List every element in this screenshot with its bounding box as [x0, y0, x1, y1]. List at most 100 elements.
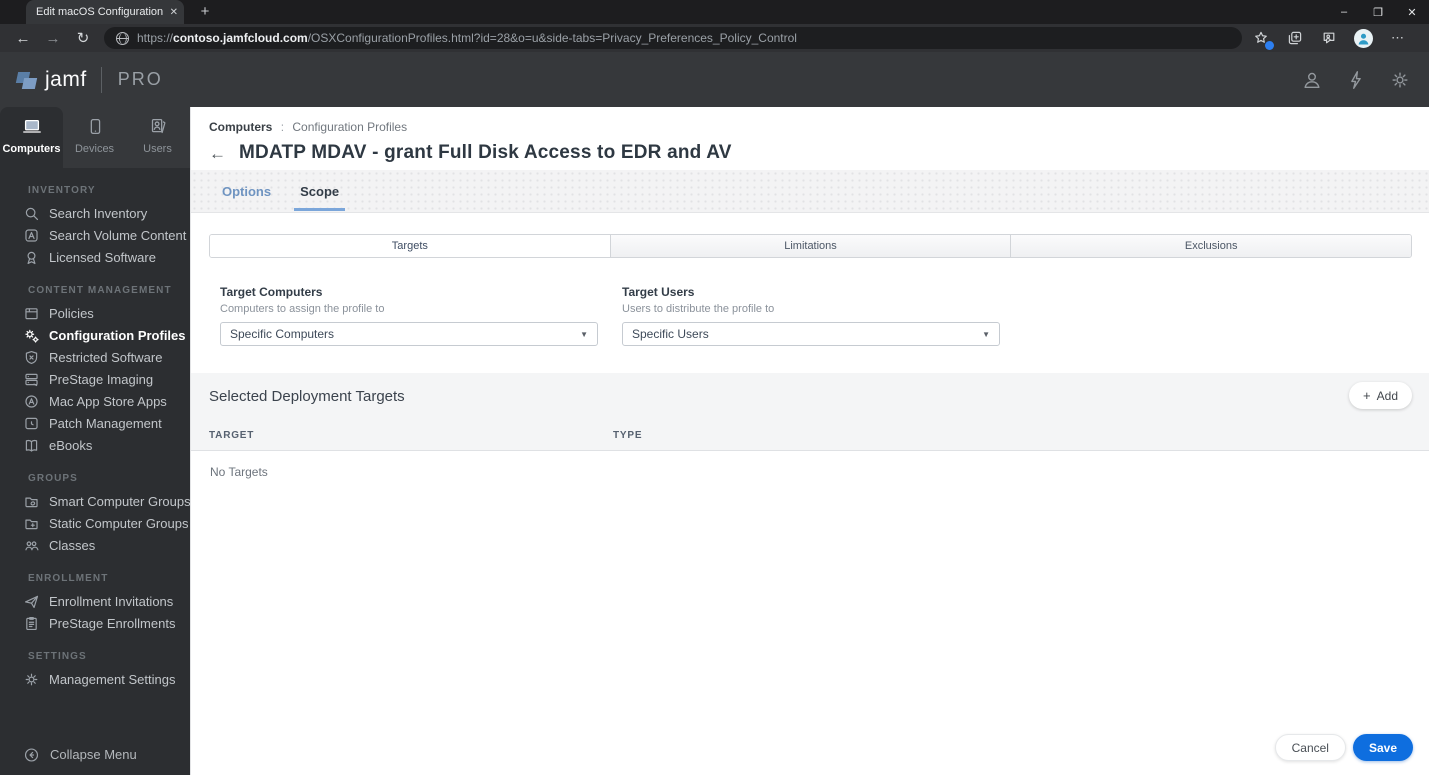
table-column-headers: TARGET TYPE — [209, 430, 1412, 450]
account-icon[interactable] — [1301, 69, 1323, 91]
target-users-description: Users to distribute the profile to — [622, 303, 775, 315]
plus-icon: + — [1363, 388, 1371, 403]
sidebar-item-licensed-software[interactable]: Licensed Software — [0, 246, 190, 268]
column-header-type[interactable]: TYPE — [613, 430, 642, 441]
restore-button[interactable]: ❐ — [1361, 0, 1395, 24]
sidebar-item-mac-app-store-apps[interactable]: Mac App Store Apps — [0, 390, 190, 412]
target-computers-select[interactable]: Specific Computers ▼ — [220, 322, 598, 346]
sidebar-item-static-computer-groups[interactable]: Static Computer Groups — [0, 512, 190, 534]
tab-close-icon[interactable]: ✕ — [170, 7, 178, 18]
shield-x-icon — [23, 349, 40, 366]
context-tab-devices[interactable]: Devices — [63, 107, 126, 168]
footer-actions: Cancel Save — [1274, 734, 1413, 761]
address-bar[interactable]: https://contoso.jamfcloud.com/OSXConfigu… — [104, 27, 1242, 49]
context-tab-users[interactable]: Users — [126, 107, 189, 168]
sidebar-item-search-volume-content[interactable]: Search Volume Content — [0, 224, 190, 246]
favorites-star-icon[interactable] — [1252, 29, 1274, 50]
empty-targets-text: No Targets — [210, 465, 268, 479]
close-button[interactable]: ✕ — [1395, 0, 1429, 24]
folder-sync-icon — [23, 493, 40, 510]
section-header-groups: GROUPS — [28, 473, 78, 484]
feedback-icon[interactable] — [1320, 29, 1338, 47]
target-computers-value: Specific Computers — [230, 327, 335, 341]
sidebar-item-management-settings[interactable]: Management Settings — [0, 668, 190, 690]
column-header-target[interactable]: TARGET — [209, 430, 613, 441]
chevron-down-icon: ▼ — [580, 329, 588, 339]
award-icon — [23, 249, 40, 266]
deployment-targets-band: Selected Deployment Targets + Add TARGET… — [191, 373, 1429, 451]
cancel-button[interactable]: Cancel — [1274, 734, 1346, 761]
server-icon — [23, 371, 40, 388]
breadcrumb: Computers : Configuration Profiles — [209, 120, 1411, 134]
profile-avatar[interactable] — [1354, 28, 1373, 48]
window-icon — [23, 305, 40, 322]
section-header-inventory: INVENTORY — [28, 185, 96, 196]
target-users-select[interactable]: Specific Users ▼ — [622, 322, 1000, 346]
jamf-logo-icon — [15, 70, 38, 90]
notifications-bolt-icon[interactable] — [1345, 69, 1367, 91]
paper-plane-icon — [23, 593, 40, 610]
sidebar-item-search-inventory[interactable]: Search Inventory — [0, 202, 190, 224]
browser-tab[interactable]: Edit macOS Configuration Profile ✕ — [26, 0, 184, 24]
sidebar-item-enrollment-invitations[interactable]: Enrollment Invitations — [0, 590, 190, 612]
segment-targets[interactable]: Targets — [210, 235, 610, 257]
target-computers-label: Target Computers — [220, 285, 323, 299]
sidebar-item-smart-computer-groups[interactable]: Smart Computer Groups — [0, 490, 190, 512]
context-tab-computers[interactable]: Computers — [0, 107, 63, 168]
breadcrumb-page[interactable]: Configuration Profiles — [292, 120, 407, 134]
app-box-icon — [23, 227, 40, 244]
main-content: Computers : Configuration Profiles ← MDA… — [190, 107, 1429, 775]
site-info-icon[interactable] — [116, 31, 129, 45]
jamf-header: jamf PRO — [0, 52, 1429, 107]
people-icon — [23, 537, 40, 554]
app-store-icon — [23, 393, 40, 410]
window-controls: – ❐ ✕ — [1327, 0, 1429, 24]
sidebar-item-patch-management[interactable]: Patch Management — [0, 412, 190, 434]
sidebar-item-policies[interactable]: Policies — [0, 302, 190, 324]
browser-action-icons: ⋯ — [1252, 28, 1405, 50]
target-users-value: Specific Users — [632, 327, 709, 341]
gears-icon — [23, 327, 40, 344]
back-icon[interactable]: ← — [8, 30, 38, 47]
settings-gear-icon[interactable] — [1389, 69, 1411, 91]
breadcrumb-section[interactable]: Computers — [209, 120, 272, 134]
segment-exclusions[interactable]: Exclusions — [1010, 235, 1411, 257]
add-button-label: Add — [1376, 388, 1398, 403]
back-arrow-icon[interactable]: ← — [209, 145, 226, 162]
context-tab-label: Devices — [74, 143, 115, 155]
save-button[interactable]: Save — [1352, 734, 1413, 761]
segment-limitations[interactable]: Limitations — [609, 235, 1011, 257]
header-action-icons — [1301, 52, 1411, 107]
sidebar-item-prestage-imaging[interactable]: PreStage Imaging — [0, 368, 190, 390]
target-users-field: Target Users Users to distribute the pro… — [622, 285, 1000, 346]
sidebar-nav: INVENTORY Search Inventory Search Volume… — [0, 168, 190, 729]
sidebar-item-ebooks[interactable]: eBooks — [0, 434, 190, 456]
context-tab-label: Computers — [2, 143, 61, 155]
tab-options[interactable]: Options — [222, 170, 271, 213]
new-tab-button[interactable]: + — [196, 3, 214, 21]
sidebar: Computers Devices Users INVENTORY Search… — [0, 107, 190, 775]
book-icon — [23, 437, 40, 454]
mobile-device-icon — [90, 119, 100, 135]
sidebar-item-restricted-software[interactable]: Restricted Software — [0, 346, 190, 368]
scope-segmented-control: Targets Limitations Exclusions — [209, 234, 1412, 258]
reload-icon[interactable]: ↻ — [68, 29, 98, 47]
sidebar-item-classes[interactable]: Classes — [0, 534, 190, 556]
minimize-button[interactable]: – — [1327, 0, 1361, 24]
url-text: https://contoso.jamfcloud.com/OSXConfigu… — [137, 31, 797, 45]
context-tab-label: Users — [143, 143, 172, 155]
sidebar-item-configuration-profiles[interactable]: Configuration Profiles — [0, 324, 190, 346]
favorites-badge — [1265, 41, 1274, 50]
browser-menu-icon[interactable]: ⋯ — [1391, 30, 1405, 46]
forward-icon[interactable]: → — [38, 30, 68, 47]
collections-icon[interactable] — [1286, 29, 1304, 47]
brand-name: jamf — [45, 67, 87, 91]
sidebar-item-prestage-enrollments[interactable]: PreStage Enrollments — [0, 612, 190, 634]
chevron-down-icon: ▼ — [982, 329, 990, 339]
collapse-menu-button[interactable]: Collapse Menu — [0, 746, 190, 763]
browser-tab-title: Edit macOS Configuration Profile — [36, 6, 164, 18]
laptop-icon — [22, 119, 41, 133]
profile-tabs: Options Scope — [191, 170, 1429, 213]
add-button[interactable]: + Add — [1349, 382, 1412, 409]
tab-scope[interactable]: Scope — [294, 170, 346, 213]
